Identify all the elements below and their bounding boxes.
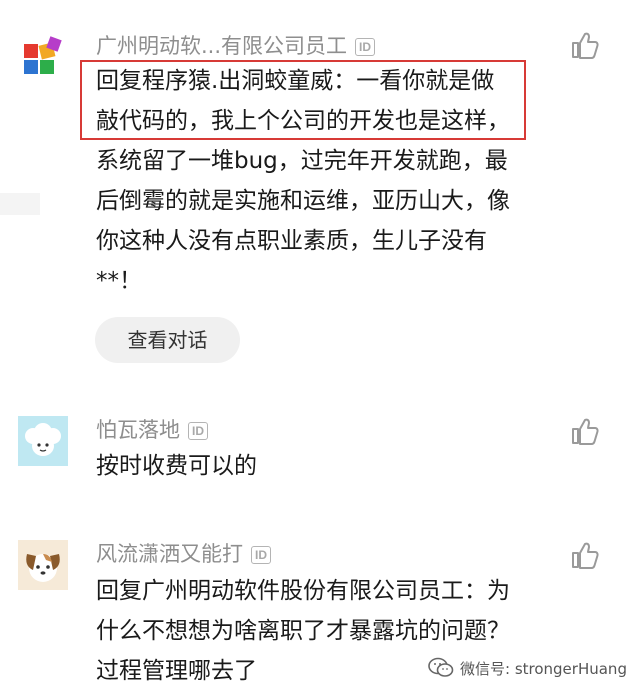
avatar[interactable]: [18, 416, 68, 466]
comment-text: 按时收费可以的: [96, 453, 257, 479]
wechat-watermark: 微信号: strongerHuang: [428, 655, 627, 681]
id-badge: ID: [251, 546, 271, 564]
thumbs-up-icon[interactable]: [570, 540, 600, 570]
author-name[interactable]: 风流潇洒又能打 ID: [96, 542, 271, 566]
highlighted-text: 回复程序猿.出洞蛟童威：一看你就是做敲代码的，我上个公司的开发也是这: [96, 68, 495, 134]
id-badge: ID: [188, 422, 208, 440]
wechat-icon: [428, 657, 454, 677]
author-name-text: 怕瓦落地: [96, 418, 180, 442]
avatar-logo-icon: [24, 36, 62, 74]
author-name-text: 风流潇洒又能打: [96, 542, 243, 566]
thumbs-up-icon[interactable]: [570, 416, 600, 446]
view-conversation-button[interactable]: 查看对话: [95, 317, 240, 363]
comment-text: 回复程序猿.出洞蛟童威：一看你就是做敲代码的，我上个公司的开发也是这样，系统留了…: [96, 61, 516, 301]
comment-text-rest: 样，系统留了一堆bug，过完年开发就跑，最后倒霉的就是实施和运维，亚历山大，像你…: [96, 108, 510, 294]
thumbs-up-icon[interactable]: [570, 30, 600, 60]
author-name[interactable]: 怕瓦落地 ID: [96, 418, 208, 442]
author-name-text: 广州明动软...有限公司员工: [96, 34, 348, 58]
watermark-text: 微信号: strongerHuang: [460, 659, 627, 678]
id-badge: ID: [355, 38, 376, 56]
dog-avatar-icon: [18, 540, 68, 590]
sheep-avatar-icon: [18, 416, 68, 466]
background-mark: [0, 193, 40, 215]
avatar[interactable]: [18, 34, 68, 84]
avatar[interactable]: [18, 540, 68, 590]
author-name[interactable]: 广州明动软...有限公司员工 ID: [96, 34, 376, 58]
